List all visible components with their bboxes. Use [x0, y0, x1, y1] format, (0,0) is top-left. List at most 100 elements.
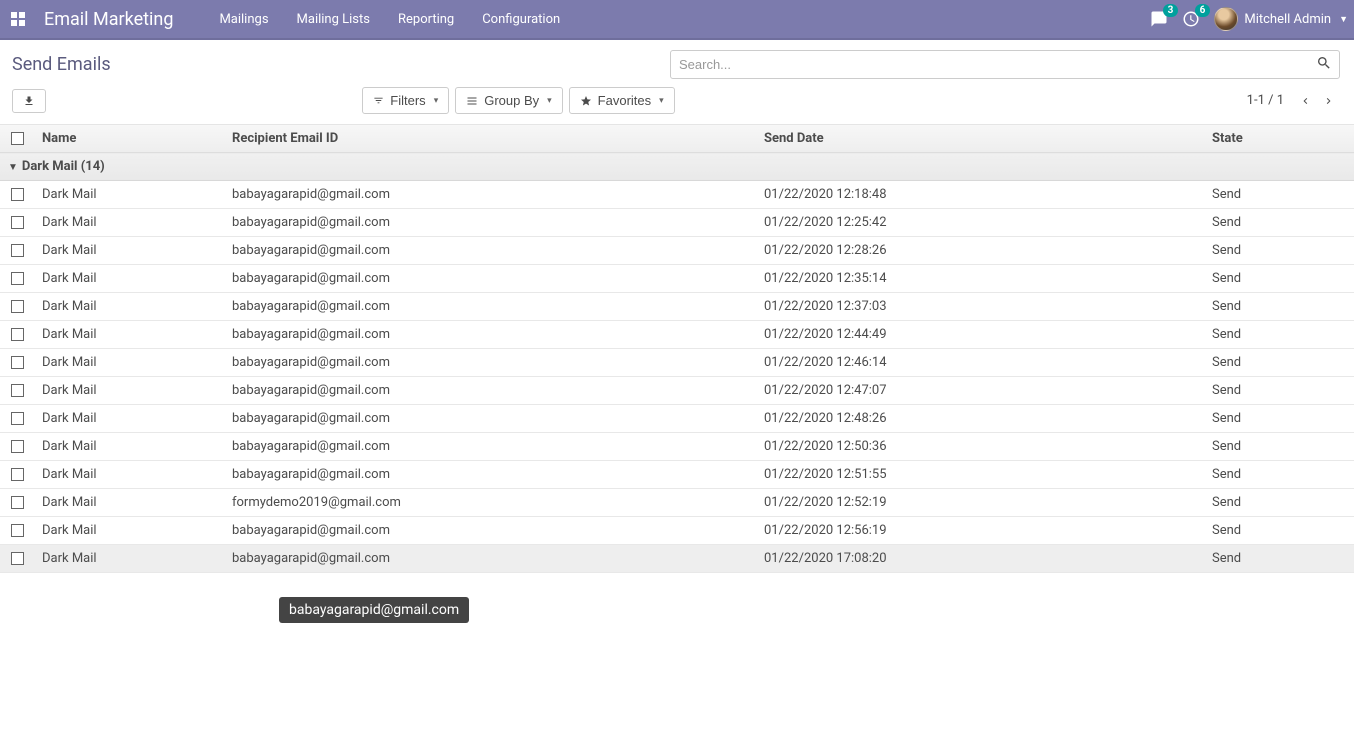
caret-down-icon: ▼ — [1339, 14, 1348, 25]
page-title: Send Emails — [12, 54, 111, 75]
table-row[interactable]: Dark Mailbabayagarapid@gmail.com01/22/20… — [0, 321, 1354, 349]
download-button[interactable] — [12, 89, 46, 113]
nav-item-configuration[interactable]: Configuration — [470, 4, 572, 35]
row-checkbox[interactable] — [11, 216, 24, 229]
table-row[interactable]: Dark Mailbabayagarapid@gmail.com01/22/20… — [0, 517, 1354, 545]
table-row[interactable]: Dark Mailbabayagarapid@gmail.com01/22/20… — [0, 461, 1354, 489]
table-row[interactable]: Dark Mailbabayagarapid@gmail.com01/22/20… — [0, 237, 1354, 265]
row-checkbox[interactable] — [11, 300, 24, 313]
cell-email: babayagarapid@gmail.com — [224, 377, 756, 405]
cell-state: Send — [1204, 461, 1354, 489]
row-checkbox[interactable] — [11, 496, 24, 509]
cell-name: Dark Mail — [34, 433, 224, 461]
cell-state: Send — [1204, 405, 1354, 433]
list-icon — [466, 95, 478, 107]
app-title[interactable]: Email Marketing — [44, 9, 173, 30]
cell-date: 01/22/2020 12:48:26 — [756, 405, 1204, 433]
cell-name: Dark Mail — [34, 461, 224, 489]
cell-email: formydemo2019@gmail.com — [224, 489, 756, 517]
cell-name: Dark Mail — [34, 321, 224, 349]
search-icon[interactable] — [1316, 55, 1332, 75]
cell-name: Dark Mail — [34, 517, 224, 545]
favorites-label: Favorites — [598, 93, 651, 108]
col-state-header[interactable]: State — [1204, 125, 1354, 153]
favorites-button[interactable]: Favorites ▾ — [569, 87, 675, 114]
caret-down-icon: ▾ — [434, 95, 439, 106]
data-table-wrap: Name Recipient Email ID Send Date State … — [0, 124, 1354, 573]
row-checkbox[interactable] — [11, 188, 24, 201]
cell-date: 01/22/2020 12:46:14 — [756, 349, 1204, 377]
col-name-header[interactable]: Name — [34, 125, 224, 153]
select-all-checkbox[interactable] — [11, 132, 24, 145]
row-checkbox[interactable] — [11, 244, 24, 257]
cell-date: 01/22/2020 12:51:55 — [756, 461, 1204, 489]
user-name: Mitchell Admin — [1244, 12, 1331, 27]
row-checkbox[interactable] — [11, 412, 24, 425]
conversations-button[interactable]: 3 — [1150, 10, 1168, 28]
row-checkbox[interactable] — [11, 552, 24, 565]
table-row[interactable]: Dark Mailbabayagarapid@gmail.com01/22/20… — [0, 181, 1354, 209]
cell-name: Dark Mail — [34, 209, 224, 237]
activities-badge: 6 — [1195, 4, 1211, 17]
activities-button[interactable]: 6 — [1182, 10, 1200, 28]
col-date-header[interactable]: Send Date — [756, 125, 1204, 153]
pager-prev[interactable] — [1294, 89, 1316, 113]
table-row[interactable]: Dark Mailbabayagarapid@gmail.com01/22/20… — [0, 349, 1354, 377]
table-row[interactable]: Dark Mailbabayagarapid@gmail.com01/22/20… — [0, 293, 1354, 321]
control-row: Send Emails — [0, 40, 1354, 85]
top-navbar: Email Marketing Mailings Mailing Lists R… — [0, 0, 1354, 40]
group-row[interactable]: ▼Dark Mail (14) — [0, 153, 1354, 181]
cell-name: Dark Mail — [34, 377, 224, 405]
cell-name: Dark Mail — [34, 349, 224, 377]
cell-name: Dark Mail — [34, 405, 224, 433]
group-label: Dark Mail (14) — [22, 159, 105, 174]
nav-item-mailings[interactable]: Mailings — [207, 4, 280, 35]
row-checkbox[interactable] — [11, 356, 24, 369]
table-row[interactable]: Dark Mailbabayagarapid@gmail.com01/22/20… — [0, 405, 1354, 433]
groupby-button[interactable]: Group By ▾ — [455, 87, 562, 114]
cell-name: Dark Mail — [34, 265, 224, 293]
row-checkbox[interactable] — [11, 524, 24, 537]
col-email-header[interactable]: Recipient Email ID — [224, 125, 756, 153]
table-row[interactable]: Dark Mailbabayagarapid@gmail.com01/22/20… — [0, 209, 1354, 237]
row-checkbox[interactable] — [11, 384, 24, 397]
row-checkbox[interactable] — [11, 328, 24, 341]
row-checkbox[interactable] — [11, 272, 24, 285]
tooltip: babayagarapid@gmail.com — [279, 597, 469, 623]
cell-date: 01/22/2020 17:08:20 — [756, 545, 1204, 573]
apps-icon[interactable] — [6, 7, 30, 31]
nav-item-reporting[interactable]: Reporting — [386, 4, 466, 35]
search-box — [670, 50, 1340, 79]
cell-date: 01/22/2020 12:28:26 — [756, 237, 1204, 265]
pager-next[interactable] — [1318, 89, 1340, 113]
user-menu[interactable]: Mitchell Admin ▼ — [1214, 7, 1348, 31]
cell-email: babayagarapid@gmail.com — [224, 321, 756, 349]
cell-name: Dark Mail — [34, 181, 224, 209]
search-input[interactable] — [670, 50, 1340, 79]
table-row[interactable]: Dark Mailformydemo2019@gmail.com01/22/20… — [0, 489, 1354, 517]
cell-email: babayagarapid@gmail.com — [224, 293, 756, 321]
table-row[interactable]: Dark Mailbabayagarapid@gmail.com01/22/20… — [0, 377, 1354, 405]
table-row[interactable]: Dark Mailbabayagarapid@gmail.com01/22/20… — [0, 545, 1354, 573]
cell-email: babayagarapid@gmail.com — [224, 181, 756, 209]
cell-state: Send — [1204, 349, 1354, 377]
caret-down-icon: ▾ — [547, 95, 552, 106]
cell-date: 01/22/2020 12:35:14 — [756, 265, 1204, 293]
pager-text: 1-1 / 1 — [1247, 93, 1284, 108]
row-checkbox[interactable] — [11, 440, 24, 453]
row-checkbox[interactable] — [11, 468, 24, 481]
avatar — [1214, 7, 1238, 31]
cell-date: 01/22/2020 12:18:48 — [756, 181, 1204, 209]
caret-down-icon: ▾ — [659, 95, 664, 106]
filters-label: Filters — [390, 93, 425, 108]
cell-email: babayagarapid@gmail.com — [224, 237, 756, 265]
download-icon — [23, 95, 35, 107]
cell-name: Dark Mail — [34, 489, 224, 517]
table-row[interactable]: Dark Mailbabayagarapid@gmail.com01/22/20… — [0, 265, 1354, 293]
filters-button[interactable]: Filters ▾ — [362, 87, 449, 114]
cell-state: Send — [1204, 265, 1354, 293]
conversations-badge: 3 — [1163, 4, 1179, 17]
nav-item-mailing-lists[interactable]: Mailing Lists — [285, 4, 382, 35]
cell-date: 01/22/2020 12:47:07 — [756, 377, 1204, 405]
table-row[interactable]: Dark Mailbabayagarapid@gmail.com01/22/20… — [0, 433, 1354, 461]
